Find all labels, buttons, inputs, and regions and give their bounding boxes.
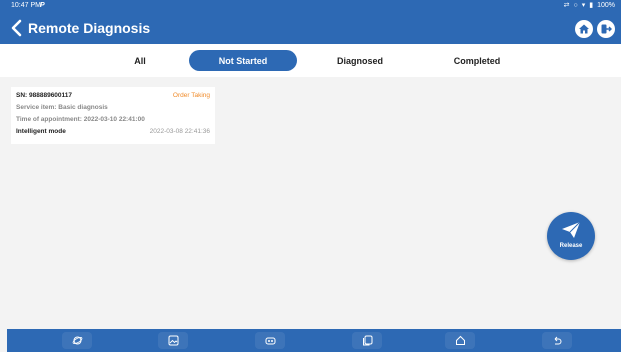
nav-recent-apps-button[interactable] — [352, 332, 382, 349]
app-header: 10:47 PM P ⇄ ○ ▾ ▮ 100% Remote Diagnosis — [0, 0, 621, 44]
location-icon: ○ — [573, 2, 578, 9]
nav-back-button[interactable] — [542, 332, 572, 349]
tab-diagnosed[interactable]: Diagnosed — [326, 50, 394, 71]
status-bar: 10:47 PM P ⇄ ○ ▾ ▮ 100% — [0, 0, 621, 12]
orbit-icon — [72, 336, 82, 345]
order-sn: SN: 988889600117 — [16, 92, 73, 99]
vci-icon — [265, 337, 275, 345]
status-app-icon: P — [40, 2, 45, 9]
order-appointment: Time of appointment: 2022-03-10 22:41:00 — [16, 116, 145, 123]
home-icon — [579, 24, 589, 34]
release-label: Release — [559, 243, 583, 249]
tab-completed[interactable]: Completed — [445, 50, 509, 71]
nav-orbit-button[interactable] — [62, 332, 92, 349]
page-title: Remote Diagnosis — [28, 20, 151, 36]
image-icon — [168, 335, 178, 346]
exit-button[interactable] — [597, 20, 615, 38]
battery-icon: ▮ — [589, 2, 594, 9]
chevron-left-icon — [11, 19, 22, 37]
system-nav-bar — [7, 329, 621, 352]
tab-all[interactable]: All — [120, 50, 160, 71]
back-icon — [554, 336, 561, 345]
paper-plane-icon — [562, 221, 581, 238]
nav-image-button[interactable] — [158, 332, 188, 349]
order-created-time: 2022-03-08 22:41:36 — [149, 128, 210, 135]
back-button[interactable] — [10, 18, 24, 38]
nav-vci-button[interactable] — [255, 332, 285, 349]
status-time: 10:47 PM — [11, 2, 41, 9]
exit-icon — [601, 24, 612, 34]
nav-edge — [0, 329, 7, 352]
battery-level: 100% — [597, 2, 615, 9]
recent-apps-icon — [362, 335, 372, 346]
sync-icon: ⇄ — [563, 2, 570, 9]
status-tabs: All Not Started Diagnosed Completed — [0, 44, 621, 77]
order-service-item: Service item: Basic diagnosis — [16, 104, 108, 111]
tab-not-started[interactable]: Not Started — [189, 50, 297, 71]
home-button[interactable] — [575, 20, 593, 38]
order-mode: Intelligent mode — [16, 128, 66, 135]
status-indicators: ⇄ ○ ▾ ▮ 100% — [564, 0, 615, 12]
order-card[interactable]: SN: 988889600117 Order Taking Service it… — [11, 87, 215, 144]
wifi-icon: ▾ — [581, 2, 586, 9]
title-row: Remote Diagnosis — [0, 14, 621, 42]
home-icon — [455, 335, 465, 345]
nav-home-button[interactable] — [445, 332, 475, 349]
release-button[interactable]: Release — [547, 212, 595, 260]
order-status: Order Taking — [172, 92, 210, 99]
